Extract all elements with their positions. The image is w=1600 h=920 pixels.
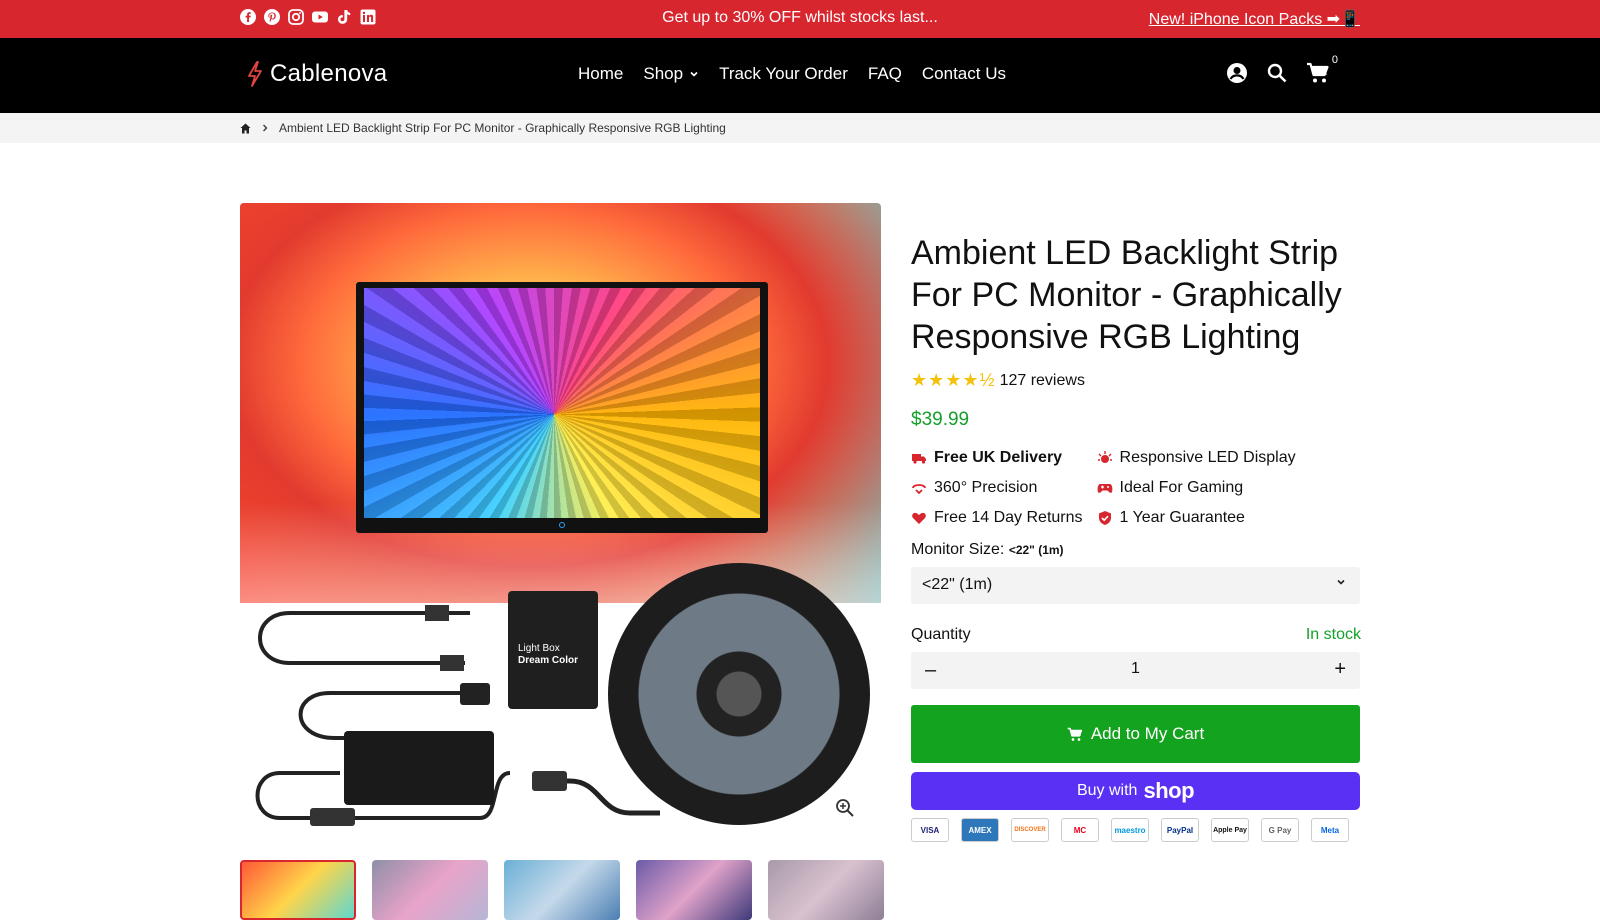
stock-status: In stock <box>1305 626 1361 643</box>
kit-contents-image: Light Box Dream Color <box>240 563 881 843</box>
quantity-input[interactable]: 1 <box>911 660 1360 678</box>
buy-with-shop-pay-button[interactable]: Buy with shop <box>911 772 1360 810</box>
add-to-cart-button[interactable]: Add to My Cart <box>911 705 1360 763</box>
variant-label-text: Monitor Size: <box>911 541 1005 558</box>
amex-icon: AMEX <box>961 818 999 842</box>
thumbnail-3[interactable] <box>504 860 620 920</box>
chevron-down-icon <box>1337 579 1345 585</box>
header-actions <box>1226 62 1330 84</box>
nav-track-order[interactable]: Track Your Order <box>719 64 848 84</box>
quantity-row: Quantity In stock <box>911 626 1361 644</box>
feature-label: Ideal For Gaming <box>1119 479 1244 496</box>
nav-faq[interactable]: FAQ <box>868 64 902 84</box>
zoom-in-icon[interactable] <box>835 798 855 818</box>
monitor-size-select[interactable]: <22" (1m) <box>911 567 1360 604</box>
controller-label-line2: Dream Color <box>518 655 579 666</box>
feature-item: Responsive LED Display <box>1097 449 1296 467</box>
review-count: 127 reviews <box>999 371 1085 389</box>
shop-logo: shop <box>1143 778 1195 803</box>
led-strip-reel <box>608 563 870 825</box>
nav-shop-label: Shop <box>643 64 684 83</box>
cart-count-badge: 0 <box>1331 54 1338 66</box>
meta-pay-icon: Meta <box>1311 818 1349 842</box>
logo-text: Cablenova <box>270 60 388 87</box>
breadcrumb-current: Ambient LED Backlight Strip For PC Monit… <box>279 121 726 135</box>
thumbnail-1[interactable] <box>240 860 356 920</box>
cart-icon <box>1067 727 1082 741</box>
feature-item: Free 14 Day Returns <box>911 509 1083 527</box>
product-rating[interactable]: ★★★★½ 127 reviews <box>911 370 1361 391</box>
monitor-screen <box>364 288 760 518</box>
monitor-power-led <box>559 522 565 528</box>
monitor-image <box>356 282 768 533</box>
controller-label: Light Box Dream Color <box>518 643 578 667</box>
visa-icon: VISA <box>911 818 949 842</box>
quantity-label: Quantity <box>911 626 971 643</box>
monitor-size-value: <22" (1m) <box>922 576 993 593</box>
feature-list: Free UK Delivery Responsive LED Display … <box>911 449 1361 527</box>
feature-item: 360° Precision <box>911 479 1083 497</box>
quantity-increase-button[interactable]: + <box>1334 658 1346 681</box>
cart-icon[interactable] <box>1306 62 1330 84</box>
feature-label: Free 14 Day Returns <box>934 509 1083 526</box>
site-header: Cablenova Home Shop Track Your Order FAQ… <box>0 38 1600 113</box>
led-controller-box: Light Box Dream Color <box>508 591 598 709</box>
apple-pay-icon: Apple Pay <box>1211 818 1249 842</box>
paypal-icon: PayPal <box>1161 818 1199 842</box>
truck-icon <box>912 454 926 464</box>
precision-icon <box>912 484 926 495</box>
product-title: Ambient LED Backlight Strip For PC Monit… <box>911 234 1342 356</box>
variant-selected-value: <22" (1m) <box>1008 543 1064 557</box>
feature-label: 1 Year Guarantee <box>1119 509 1245 526</box>
search-icon[interactable] <box>1266 62 1288 84</box>
product-price: $39.99 <box>911 409 970 430</box>
feature-label: Free UK Delivery <box>934 449 1063 466</box>
logo[interactable]: Cablenova <box>246 60 387 88</box>
feature-item: 1 Year Guarantee <box>1097 509 1296 527</box>
nav-shop[interactable]: Shop <box>643 64 699 84</box>
feature-label: Responsive LED Display <box>1119 449 1296 466</box>
iphone-icon-packs-link[interactable]: New! iPhone Icon Packs ➡📱 <box>1149 9 1360 29</box>
chevron-right-icon <box>263 124 268 132</box>
thumbnail-5[interactable] <box>768 860 884 920</box>
heart-icon <box>912 512 926 524</box>
chevron-down-icon <box>690 71 698 77</box>
product-info: Ambient LED Backlight Strip For PC Monit… <box>911 232 1361 842</box>
thumbnail-2[interactable] <box>372 860 488 920</box>
google-pay-icon: G Pay <box>1261 818 1299 842</box>
power-adapter <box>344 731 494 805</box>
quantity-stepper: – 1 + <box>911 652 1360 689</box>
feature-item: Ideal For Gaming <box>1097 479 1296 497</box>
payment-icons: VISA AMEX DISCOVER MC maestro PayPal App… <box>911 818 1361 842</box>
announcement-bar: Get up to 30% OFF whilst stocks last... … <box>0 0 1600 38</box>
breadcrumb: Ambient LED Backlight Strip For PC Monit… <box>0 113 1600 143</box>
shield-check-icon <box>1098 511 1111 525</box>
feature-label: 360° Precision <box>934 479 1038 496</box>
feature-item: Free UK Delivery <box>911 449 1083 467</box>
home-icon[interactable] <box>240 123 251 134</box>
rating-stars: ★★★★½ <box>911 370 996 390</box>
gamepad-icon <box>1097 484 1112 493</box>
buy-with-label: Buy with <box>1076 782 1138 799</box>
discover-icon: DISCOVER <box>1011 818 1049 842</box>
nav-contact[interactable]: Contact Us <box>922 64 1006 84</box>
light-icon <box>1097 451 1112 463</box>
nav-home[interactable]: Home <box>578 64 623 84</box>
promo-text: Get up to 30% OFF whilst stocks last... <box>662 9 938 26</box>
thumbnail-strip <box>240 860 884 920</box>
lightning-bolt-icon <box>248 61 262 87</box>
product-main-image[interactable]: Light Box Dream Color <box>240 203 881 843</box>
add-to-cart-label: Add to My Cart <box>1090 724 1205 743</box>
main-nav: Home Shop Track Your Order FAQ Contact U… <box>578 64 1006 84</box>
account-icon[interactable] <box>1226 62 1248 84</box>
variant-label: Monitor Size: <22" (1m) <box>911 541 1361 559</box>
controller-label-line1: Light Box <box>518 643 560 654</box>
thumbnail-4[interactable] <box>636 860 752 920</box>
mastercard-icon: MC <box>1061 818 1099 842</box>
maestro-icon: maestro <box>1111 818 1149 842</box>
